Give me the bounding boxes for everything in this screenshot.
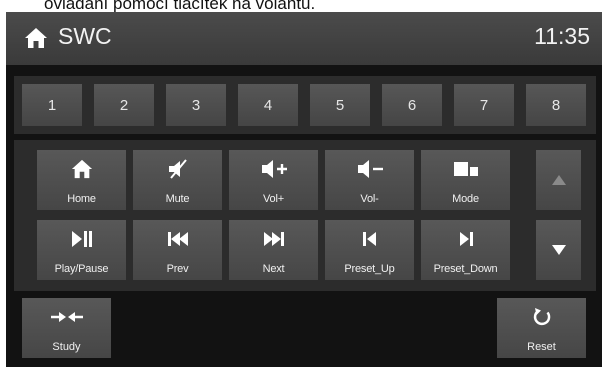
study-button[interactable]: Study	[22, 298, 111, 358]
play-pause-button[interactable]: Play/Pause	[37, 220, 126, 280]
number-button-4[interactable]: 4	[238, 84, 298, 126]
header-bar: SWC 11:35	[6, 12, 602, 65]
volume-up-button[interactable]: Vol+	[229, 150, 318, 210]
study-button-label: Study	[52, 341, 81, 353]
swc-screen: SWC 11:35 1 2 3 4 5 6 7 8 Home Mute Vol+…	[6, 12, 602, 367]
clock: 11:35	[534, 23, 590, 49]
preset-up-button[interactable]: Preset_Up	[325, 220, 414, 280]
reset-icon	[533, 308, 550, 326]
number-button-8[interactable]: 8	[526, 84, 586, 126]
preset-down-button-label: Preset_Down	[433, 263, 498, 275]
preset-down-button[interactable]: Preset_Down	[421, 220, 510, 280]
mute-icon	[168, 159, 187, 179]
arrow-up-icon	[551, 175, 566, 185]
volume-down-button-label: Vol-	[360, 193, 379, 205]
play-pause-button-label: Play/Pause	[54, 263, 109, 275]
number-button-2[interactable]: 2	[94, 84, 154, 126]
scroll-up-button[interactable]	[536, 150, 581, 210]
study-arrows-icon	[50, 312, 83, 322]
next-button[interactable]: Next	[229, 220, 318, 280]
volume-down-button[interactable]: Vol-	[325, 150, 414, 210]
play-pause-icon	[71, 231, 92, 247]
page-title: SWC	[58, 23, 112, 49]
previous-button[interactable]: Prev	[133, 220, 222, 280]
volume-down-icon	[357, 160, 383, 178]
mute-button-label: Mute	[165, 193, 190, 205]
previous-button-label: Prev	[166, 263, 189, 275]
preset-up-icon	[362, 232, 376, 246]
scroll-down-button[interactable]	[536, 220, 581, 280]
volume-up-button-label: Vol+	[263, 193, 284, 205]
mode-icon	[453, 162, 478, 176]
home-button-label: Home	[67, 193, 96, 205]
mode-button[interactable]: Mode	[421, 150, 510, 210]
number-button-5[interactable]: 5	[310, 84, 370, 126]
reset-button-label: Reset	[527, 341, 556, 353]
preset-down-icon	[459, 232, 473, 246]
home-icon	[71, 159, 92, 179]
next-button-label: Next	[262, 263, 285, 275]
number-button-1[interactable]: 1	[22, 84, 82, 126]
arrow-down-icon	[551, 245, 566, 255]
next-icon	[263, 232, 284, 246]
number-button-7[interactable]: 7	[454, 84, 514, 126]
preset-up-button-label: Preset_Up	[344, 263, 395, 275]
function-button-panel: Home Mute Vol+ Vol- Mode Play/Pause Prev	[14, 140, 596, 291]
home-icon[interactable]	[24, 27, 48, 49]
number-button-panel: 1 2 3 4 5 6 7 8	[14, 76, 596, 134]
volume-up-icon	[261, 160, 287, 178]
mode-button-label: Mode	[452, 193, 479, 205]
home-button[interactable]: Home	[37, 150, 126, 210]
number-button-6[interactable]: 6	[382, 84, 442, 126]
mute-button[interactable]: Mute	[133, 150, 222, 210]
reset-button[interactable]: Reset	[497, 298, 586, 358]
number-button-3[interactable]: 3	[166, 84, 226, 126]
previous-icon	[167, 232, 188, 246]
